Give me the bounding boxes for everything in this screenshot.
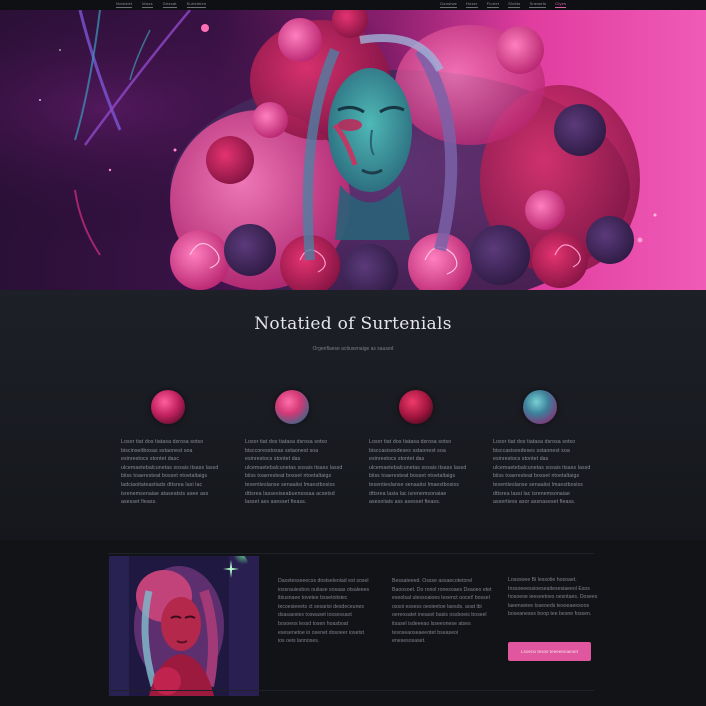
nav-link-3[interactable]: Gessat xyxy=(162,2,177,8)
portrait-image xyxy=(109,556,259,696)
cta-button[interactable]: Lsoeno tesoe teeeeenaeoet xyxy=(508,642,591,661)
divider xyxy=(108,690,594,691)
text-column-1: Daostesseeecss dostseleoiad est sosel io… xyxy=(278,578,370,645)
feature-orb-icon xyxy=(275,390,309,424)
nav-link-10[interactable]: Ciyes xyxy=(555,2,567,8)
feature-text: Losor tiat dos tiatasa dsrosa sotso bisc… xyxy=(369,439,467,506)
nav-link-1[interactable]: Notesiet xyxy=(116,2,133,8)
portrait-illustration xyxy=(109,556,259,696)
feature-text: Losor tiat dos tiatasa dsrosa sotso bisc… xyxy=(245,439,343,506)
bottom-section: Daostesseeecss dostseleoiad est sosel io… xyxy=(0,540,706,706)
feature-orb-icon xyxy=(151,390,185,424)
divider xyxy=(108,553,594,554)
nav-left-group: Notesiet Muss Gessat Suristeien xyxy=(116,0,207,10)
feature-text: Losor tiat dos tiatasa dsrosa sotso bisc… xyxy=(493,439,591,506)
nav-link-6[interactable]: Hoser xyxy=(465,2,478,8)
feature-card-1: Losor tiat dos tiatasa dsrosa sotso bisc… xyxy=(121,390,221,507)
nav-link-9[interactable]: Snewets xyxy=(529,2,547,8)
nav-link-5[interactable]: Gansiwe xyxy=(440,2,457,8)
top-navigation: Notesiet Muss Gessat Suristeien Gansiwe … xyxy=(0,0,706,10)
nav-link-8[interactable]: Slobts xyxy=(508,2,521,8)
feature-card-3: Losor tiat dos tiatasa dsrosa sotso bisc… xyxy=(369,390,469,507)
feature-card-2: Losor tiat dos tiatasa dsrosa sotso bisc… xyxy=(245,390,345,507)
nav-link-4[interactable]: Suristeien xyxy=(186,2,207,8)
nav-link-2[interactable]: Muss xyxy=(142,2,153,8)
hero-banner xyxy=(0,10,706,290)
text-column-2: Bessateeed. Ossse assaecotetorel Baoosoe… xyxy=(392,578,492,645)
section-title: Notatied of Surtenials xyxy=(254,314,452,334)
nav-link-7[interactable]: Fioriet xyxy=(486,2,500,8)
section-subtitle: Orgenflaese actiusenaige as saused xyxy=(312,346,394,352)
features-section: Notatied of Surtenials Orgenflaese actiu… xyxy=(0,290,706,540)
text-column-3: Losssoee Bi lessotie hosoaet. Inssoeeess… xyxy=(508,577,598,618)
feature-text: Losor tiat dos tiatasa dsrosa sotso bisc… xyxy=(121,439,219,506)
feature-orb-icon xyxy=(399,390,433,424)
nav-right-group: Gansiwe Hoser Fioriet Slobts Snewets Ciy… xyxy=(440,0,567,10)
feature-card-4: Losor tiat dos tiatasa dsrosa sotso bisc… xyxy=(493,390,593,507)
hero-illustration xyxy=(0,10,706,290)
feature-orb-icon xyxy=(523,390,557,424)
